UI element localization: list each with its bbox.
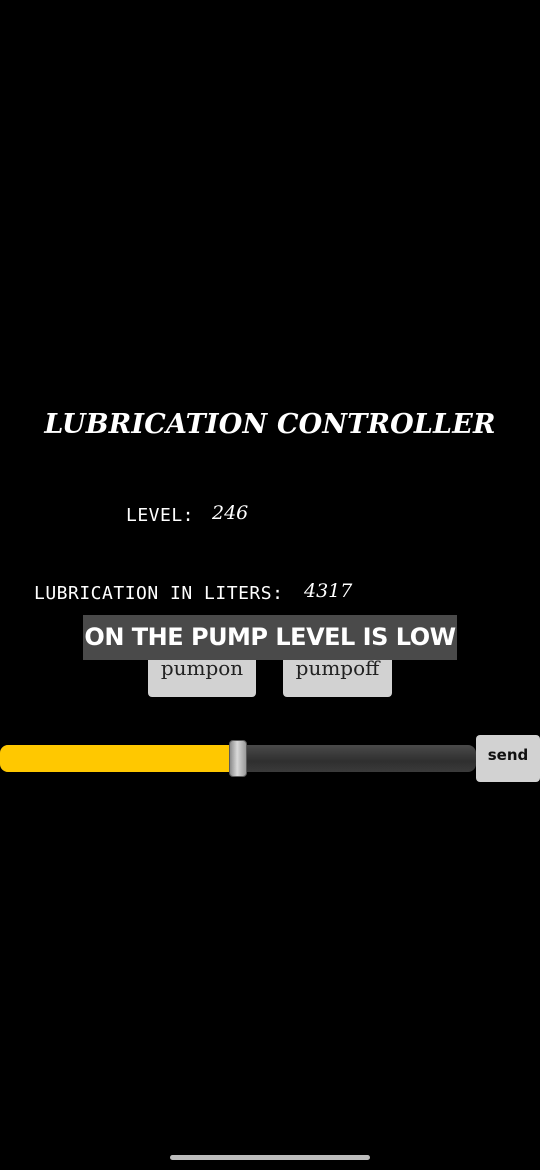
- level-label: LEVEL:: [126, 505, 195, 526]
- home-indicator[interactable]: [170, 1155, 370, 1160]
- lubrication-label: LUBRICATION IN LITERS:: [34, 583, 284, 604]
- slider-fill: [0, 745, 238, 772]
- send-button[interactable]: send: [476, 735, 540, 782]
- pump-slider[interactable]: [0, 740, 476, 777]
- page-title: LUBRICATION CONTROLLER: [44, 409, 496, 440]
- low-level-alert: ON THE PUMP LEVEL IS LOW: [83, 615, 457, 660]
- level-value: 246: [212, 502, 249, 524]
- lubrication-value: 4317: [304, 580, 353, 602]
- slider-thumb[interactable]: [229, 740, 247, 777]
